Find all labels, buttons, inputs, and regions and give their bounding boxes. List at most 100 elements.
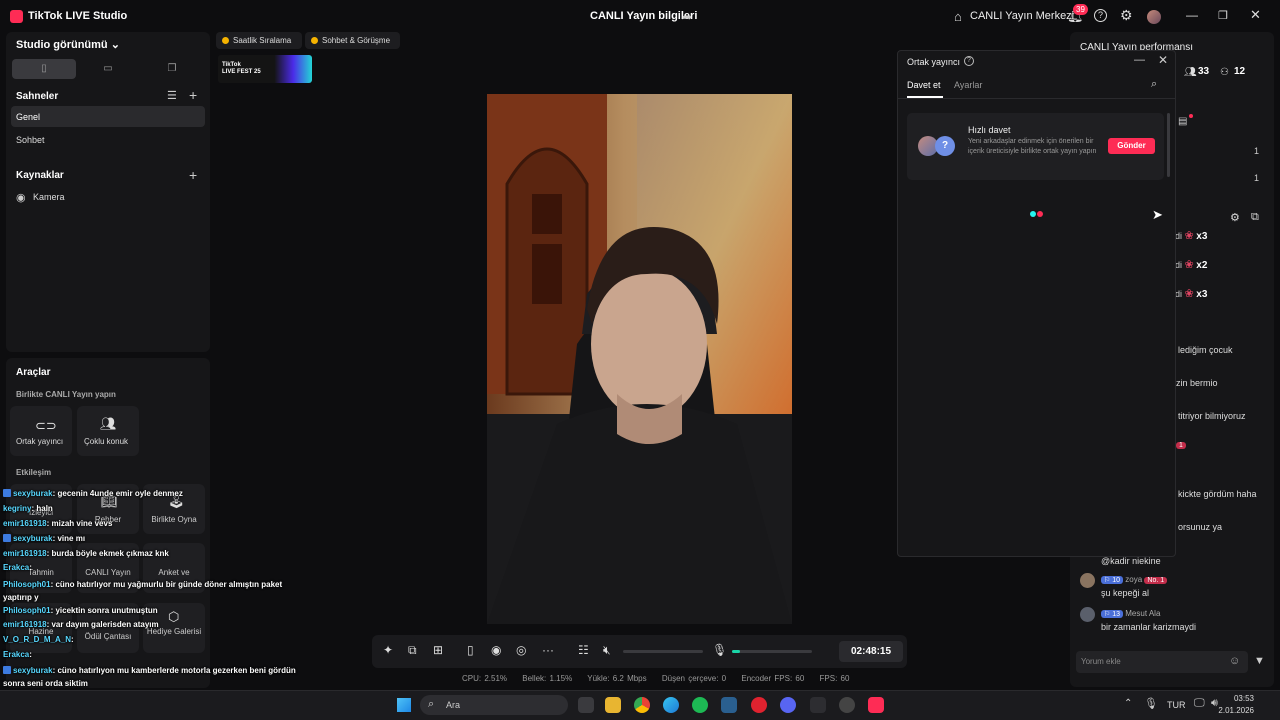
- quick-invite-description: Yeni arkadaşlar edinmek için önerilen bi…: [968, 138, 1097, 155]
- encoder-fps-stat: Encoder FPS: 60: [741, 674, 805, 683]
- file-explorer-icon[interactable]: [605, 697, 621, 713]
- stream-stats: CPU: 2.51% Bellek: 1.15% Yükle: 6.2 Mbps…: [462, 674, 861, 683]
- close-icon[interactable]: ✕: [1158, 53, 1168, 67]
- overlay-chat-line: sexyburak: gecenin 4unde emir oyle denme…: [3, 489, 183, 498]
- tiktok-live-studio-icon[interactable]: [868, 697, 884, 713]
- cohost-tool-button[interactable]: ⊂⊃ Ortak yayıncı: [10, 406, 72, 456]
- phone-icon[interactable]: ▯: [467, 643, 474, 657]
- chat-username[interactable]: Mesut Ala: [1125, 609, 1160, 618]
- list-icon[interactable]: ☰: [167, 89, 177, 102]
- help-icon[interactable]: ?: [1094, 9, 1107, 22]
- viewer-count: 33: [1198, 66, 1210, 77]
- gift-suffix: di: [1175, 289, 1183, 299]
- question-avatar-icon: ?: [935, 136, 955, 156]
- hourly-ranking-chip[interactable]: Saatlik Sıralama: [216, 32, 302, 49]
- hourly-ranking-label: Saatlik Sıralama: [233, 36, 292, 45]
- overlay-chat-username: emir161918: [3, 549, 47, 558]
- send-button[interactable]: Gönder: [1108, 138, 1155, 154]
- avatar[interactable]: [1080, 607, 1095, 622]
- maximize-icon[interactable]: ❐: [1218, 9, 1228, 22]
- taskbar-search-label: Ara: [446, 700, 461, 710]
- clock-time[interactable]: 03:53: [1220, 694, 1254, 703]
- upload-stat: Yükle: 6.2 Mbps: [587, 674, 647, 683]
- gift-count: x3: [1196, 231, 1208, 242]
- avatar[interactable]: [1080, 573, 1095, 588]
- speaker-mute-icon[interactable]: 🔇︎: [603, 643, 611, 658]
- popout-icon[interactable]: ⧉: [1251, 211, 1259, 224]
- camera-icon: ◉: [16, 192, 26, 204]
- taskbar-search[interactable]: [420, 695, 568, 715]
- overlay-chat-line: sexyburak: cüno hatırlıyon mu kamberlerd…: [3, 664, 298, 690]
- opera-icon[interactable]: [751, 697, 767, 713]
- network-icon[interactable]: 🖵︎: [1194, 697, 1205, 710]
- mixer-icon[interactable]: ☷: [578, 643, 589, 657]
- overlay-chat-username: sexyburak: [13, 534, 53, 543]
- minimize-icon[interactable]: —: [1186, 8, 1198, 22]
- language-indicator[interactable]: TUR: [1167, 700, 1186, 710]
- magic-wand-icon[interactable]: ✦: [383, 643, 393, 657]
- home-icon[interactable]: ⌂: [954, 9, 962, 24]
- tab-settings[interactable]: Ayarlar: [954, 80, 982, 90]
- add-source-icon[interactable]: +: [189, 167, 197, 183]
- add-scene-icon[interactable]: +: [189, 87, 197, 103]
- overlay-chat-username: Erakca: [3, 650, 30, 659]
- more-icon[interactable]: ···: [542, 643, 554, 657]
- app-icon[interactable]: [721, 697, 737, 713]
- filter-icon[interactable]: ▼: [1254, 655, 1265, 667]
- share-icon[interactable]: ➦: [682, 10, 692, 24]
- layout-icon[interactable]: ⊞: [433, 643, 443, 657]
- rose-icon: ❀: [1184, 230, 1194, 242]
- chevron-up-icon[interactable]: ⌃: [1124, 698, 1132, 709]
- tab-invite[interactable]: Davet et: [907, 80, 941, 90]
- windows-start-icon[interactable]: [397, 698, 411, 712]
- scene-item-general[interactable]: [11, 106, 205, 127]
- emoji-icon[interactable]: ☺: [1229, 655, 1240, 667]
- task-view-icon[interactable]: [578, 697, 594, 713]
- dropped-frames-stat: Düşen çerçeve: 0: [661, 674, 727, 683]
- overlay-chat-line: Philosoph01: cüno hatırlıyor mu yağmurlu…: [3, 578, 298, 604]
- close-icon[interactable]: ✕: [1250, 7, 1261, 23]
- spotify-icon[interactable]: [692, 697, 708, 713]
- discord-icon[interactable]: [780, 697, 796, 713]
- portrait-view-button[interactable]: ▯: [12, 59, 76, 79]
- rose-icon: ❀: [1184, 288, 1194, 300]
- chrome-icon[interactable]: [634, 697, 650, 713]
- avatar[interactable]: [1147, 10, 1161, 24]
- search-icon: ⌕: [428, 698, 435, 710]
- minimize-icon[interactable]: —: [1134, 54, 1145, 66]
- search-icon[interactable]: ⌕: [1151, 78, 1157, 91]
- tiktok-logo-icon: [10, 10, 23, 23]
- settings-icon[interactable]: ⚙: [1230, 211, 1240, 224]
- multi-view-button[interactable]: ❐: [140, 59, 204, 79]
- volume-slider[interactable]: [623, 650, 703, 653]
- mic-icon[interactable]: 🎙︎: [712, 643, 727, 657]
- mic-icon[interactable]: 🎙︎: [1144, 697, 1158, 710]
- multi-guest-tool-button[interactable]: 👥︎ Çoklu konuk: [77, 406, 139, 456]
- landscape-view-button[interactable]: ▭: [76, 59, 140, 79]
- edge-icon[interactable]: [663, 697, 679, 713]
- app-icon[interactable]: [839, 697, 855, 713]
- source-item-camera[interactable]: Kamera: [33, 192, 65, 202]
- gear-icon[interactable]: ⚙: [1120, 7, 1133, 24]
- live-center-link[interactable]: CANLI Yayın Merkezi: [970, 10, 1074, 22]
- studio-view-dropdown[interactable]: Studio görünümü ⌄: [16, 38, 120, 51]
- scrollbar[interactable]: [1167, 113, 1170, 177]
- chevron-down-icon: ⌄: [110, 39, 120, 51]
- overlay-chat-text: :: [29, 563, 32, 572]
- mic-slider[interactable]: [732, 650, 812, 653]
- scene-item-chat[interactable]: Sohbet: [16, 135, 45, 145]
- record-icon[interactable]: ◉: [491, 643, 501, 657]
- overlay-chat-text: :: [29, 650, 32, 659]
- chat-meet-chip[interactable]: Sohbet & Görüşme: [305, 32, 400, 49]
- poll-label: Anket ve: [158, 568, 190, 577]
- leaderboard-icon[interactable]: ▤: [1178, 116, 1187, 127]
- app-icon[interactable]: [810, 697, 826, 713]
- interaction-section-title: Etkileşim: [16, 468, 52, 477]
- chat-username[interactable]: zoya: [1125, 575, 1142, 584]
- overlay-chat-username: Philosoph01: [3, 606, 51, 615]
- chat-message-header: ⚐ 10 zoya No. 1: [1101, 575, 1168, 584]
- camera-toggle-icon[interactable]: ◎: [516, 643, 526, 657]
- info-icon[interactable]: ?: [964, 56, 974, 66]
- effects-icon[interactable]: ⧉: [408, 643, 417, 658]
- clock-date[interactable]: 2.01.2026: [1206, 706, 1254, 715]
